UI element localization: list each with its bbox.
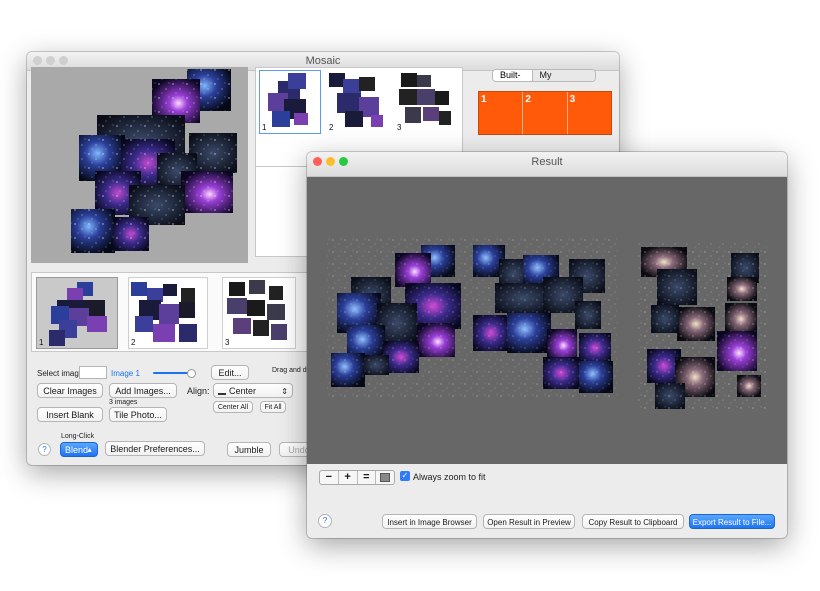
open-result-in-preview-button[interactable]: Open Result in Preview [483, 514, 575, 529]
browser-thumb[interactable]: 1 [259, 70, 321, 134]
align-value: Center [229, 386, 257, 396]
copy-result-to-clipboard-button[interactable]: Copy Result to Clipboard [582, 514, 684, 529]
fit-all-button[interactable]: Fit All [260, 401, 286, 413]
image-strip-thumb[interactable]: 1 [36, 277, 118, 349]
result-canvas [307, 177, 787, 464]
images-count: 3 images [109, 399, 138, 406]
align-center-icon [218, 385, 226, 395]
clear-images-button[interactable]: Clear Images [37, 383, 103, 398]
align-select[interactable]: Center ⇕ [213, 383, 293, 398]
blend-button[interactable]: Blend ▲ [60, 442, 98, 457]
edit-button[interactable]: Edit... [211, 365, 249, 380]
image-strip-number: 3 [225, 338, 230, 347]
template-item[interactable]: 3 [568, 92, 611, 134]
window-title: Result [531, 156, 563, 168]
long-click-label: Long-Click [61, 433, 95, 440]
template-item[interactable]: 1 [479, 92, 524, 134]
zoom-out-icon[interactable]: − [320, 471, 339, 484]
help-button[interactable]: ? [38, 443, 51, 456]
result-titlebar: Result [307, 152, 787, 177]
help-icon: ? [42, 445, 47, 454]
browser-thumb[interactable]: 3 [394, 70, 456, 134]
chevron-updown-icon: ⇕ [281, 387, 288, 396]
always-zoom-label: Always zoom to fit [413, 472, 486, 482]
caret-up-icon: ▲ [86, 447, 93, 454]
blend-label: Blend [65, 445, 89, 455]
template-item[interactable]: 2 [523, 92, 568, 134]
template-grid: 1 2 3 [478, 91, 612, 135]
image-strip: 1 2 3 [31, 272, 331, 352]
always-zoom-checkbox[interactable]: ✓ [400, 471, 410, 481]
insert-blank-button[interactable]: Insert Blank [37, 407, 103, 422]
slider-knob[interactable] [187, 369, 196, 378]
mosaic-collage [71, 69, 237, 253]
image-slider[interactable] [153, 369, 196, 378]
zoom-fit-icon[interactable] [376, 471, 394, 484]
help-icon: ? [322, 516, 328, 525]
image-strip-number: 1 [39, 338, 44, 347]
jumble-button[interactable]: Jumble [227, 442, 271, 457]
center-all-button[interactable]: Center All [213, 401, 253, 413]
result-collage-2 [467, 237, 617, 397]
image-strip-number: 2 [131, 338, 136, 347]
tile-photo-button[interactable]: Tile Photo... [109, 407, 167, 422]
export-result-to-file-button[interactable]: Export Result to File... [689, 514, 775, 529]
align-label: Align: [187, 386, 210, 396]
browser-thumb-number: 3 [397, 123, 402, 132]
result-collage-3 [637, 241, 767, 411]
zoom-controls: − + = [319, 470, 395, 485]
image-strip-thumb[interactable]: 2 [128, 277, 208, 349]
tab-built-in[interactable]: Built-In [493, 70, 532, 81]
help-button[interactable]: ? [318, 514, 332, 528]
browser-thumb-number: 1 [262, 123, 267, 132]
select-image-field[interactable] [79, 366, 107, 379]
image-strip-thumb[interactable]: 3 [222, 277, 296, 349]
blender-preferences-button[interactable]: Blender Preferences... [105, 441, 205, 456]
window-title: Mosaic [305, 55, 341, 67]
insert-in-image-browser-button[interactable]: Insert in Image Browser [382, 514, 477, 529]
template-tabs: Built-In My Templates [492, 69, 596, 82]
image-name: Image 1 [111, 369, 140, 378]
zoom-actual-icon[interactable]: = [358, 471, 377, 484]
browser-thumb-number: 2 [329, 123, 334, 132]
result-collage-1 [327, 237, 467, 397]
mosaic-canvas[interactable] [31, 67, 248, 263]
result-window: Result − + = ✓ Always zoom to fit ? Inse… [307, 152, 787, 538]
browser-thumb[interactable]: 2 [326, 70, 388, 134]
zoom-in-icon[interactable]: + [339, 471, 358, 484]
result-collages [327, 237, 767, 411]
tab-my-templates[interactable]: My Templates [531, 70, 595, 81]
add-images-button[interactable]: Add Images... [109, 383, 177, 398]
